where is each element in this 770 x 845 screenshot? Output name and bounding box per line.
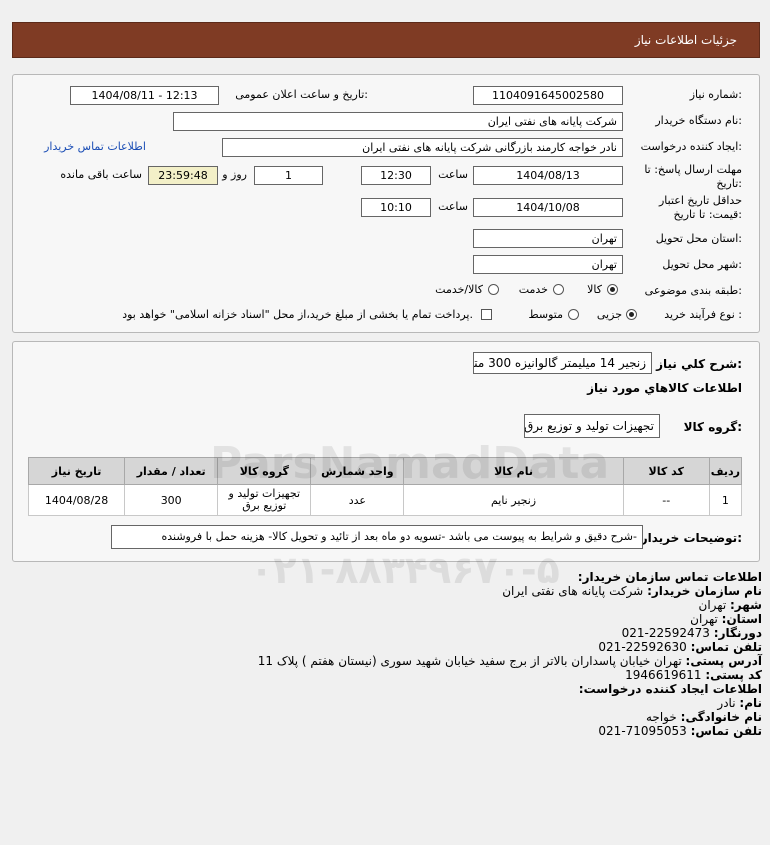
treasury-payment-note: پرداخت تمام یا بخشی از مبلغ خرید،از محل … [122, 308, 473, 321]
window-title-bar: جزئیات اطلاعات نیاز [12, 22, 760, 58]
need-number-field[interactable]: 1104091645002580 [473, 86, 623, 105]
process-label: نوع فرآیند خرید : [664, 308, 742, 321]
days-field[interactable]: 1 [254, 166, 323, 185]
contact-line-phone: تلفن تماس: 22592630-021 [598, 640, 762, 654]
creator-line-family: نام خانوادگی: خواجه [646, 710, 762, 724]
category-label: طبقه بندی موضوعی: [644, 284, 742, 297]
category-goods-service-label: کالا/خدمت [435, 283, 483, 296]
buyer-org-label: نام دستگاه خریدار: [655, 114, 742, 127]
table-row: 1 -- زنجیر نایم عدد تجهیزات تولید و توزی… [27, 484, 743, 516]
city-field[interactable]: تهران [473, 255, 623, 274]
requester-field[interactable]: نادر خواجه کارمند بازرگانی شرکت پایانه ه… [222, 138, 623, 157]
city-label: شهر محل تحویل: [662, 258, 742, 271]
treasury-payment-checkbox[interactable] [481, 309, 492, 320]
watermark-brand: ParsNamadData [210, 438, 610, 489]
col-row-header: ردیف [708, 457, 743, 485]
cell-unit: عدد [310, 484, 405, 516]
buyer-org-field[interactable]: شرکت پایانه های نفتی ایران [173, 112, 623, 131]
validity-date-field[interactable]: 1404/10/08 [473, 198, 623, 217]
goods-info-title: اطلاعات کالاهاي مورد نياز [587, 381, 742, 395]
category-service-radio[interactable] [553, 284, 564, 295]
province-field[interactable]: تهران [473, 229, 623, 248]
requester-label: ایجاد کننده درخواست: [640, 140, 742, 153]
process-minor-radio[interactable] [626, 309, 637, 320]
validity-label: حداقل تاریخ اعتبار قیمت: تا تاریخ: [658, 194, 742, 221]
remaining-label: ساعت باقی مانده [60, 168, 142, 181]
buyer-notes-field: -شرح دقیق و شرایط به پیوست می باشد -تسوی… [111, 525, 643, 549]
province-label: استان محل تحویل: [655, 232, 742, 245]
category-goods-radio[interactable] [607, 284, 618, 295]
process-medium-radio[interactable] [568, 309, 579, 320]
creator-line-phone: تلفن تماس: 71095053-021 [598, 724, 762, 738]
announce-field[interactable]: 1404/08/11 - 12:13 [70, 86, 219, 105]
remaining-time-field: 23:59:48 [148, 166, 218, 185]
category-goods-service-radio[interactable] [488, 284, 499, 295]
summary-field: زنجیر 14 میلیمتر گالوانیزه 300 متر [473, 352, 652, 374]
creator-line-name: نام: نادر [717, 696, 762, 710]
contact-line-province: استان: تهران [690, 612, 762, 626]
contact-line-address: آدرس پستی: تهران خیابان پاسداران بالاتر … [257, 654, 762, 668]
deadline-time-field[interactable]: 12:30 [361, 166, 431, 185]
contact-line-city: شهر: تهران [698, 598, 762, 612]
deadline-time-label: ساعت [438, 168, 468, 181]
col-code-header: کد کالا [622, 457, 710, 485]
contact-info-link[interactable]: اطلاعات تماس خریدار [44, 140, 146, 154]
deadline-label: مهلت ارسال پاسخ: تا تاریخ: [644, 163, 742, 190]
contact-line-fax: دورنگار: 22592473-021 [621, 626, 762, 640]
cell-name: زنجیر نایم [403, 484, 624, 516]
cell-group: تجهیزات تولید و توزیع برق [217, 484, 312, 516]
goods-group-label: گروه کالا: [683, 420, 742, 434]
contact-line-postal: کد پستی: 1946619611 [625, 668, 762, 682]
goods-group-field: تجهیزات تولید و توزیع برق [524, 414, 660, 438]
announce-label: تاریخ و ساعت اعلان عمومی: [235, 88, 368, 101]
contact-title: اطلاعات تماس سازمان خریدار: [577, 570, 762, 584]
watermark-phone: ۰۲۱-۸۸۳۴۹۶۷۰-۵ [250, 548, 560, 592]
window-title: جزئیات اطلاعات نیاز [634, 33, 737, 47]
col-qty-header: تعداد / مقدار [124, 457, 219, 485]
deadline-date-field[interactable]: 1404/08/13 [473, 166, 623, 185]
validity-time-label: ساعت [438, 200, 468, 213]
category-service-label: خدمت [518, 283, 548, 296]
validity-time-field[interactable]: 10:10 [361, 198, 431, 217]
category-goods-label: کالا [587, 283, 602, 296]
cell-date: 1404/08/28 [27, 484, 126, 516]
buyer-notes-label: توضیحات خریدار: [640, 531, 742, 545]
col-date-header: تاریخ نیاز [27, 457, 126, 485]
cell-code: -- [622, 484, 710, 516]
creator-title: اطلاعات ایجاد کننده درخواست: [578, 682, 762, 696]
need-number-label: شماره نیاز: [689, 88, 742, 101]
summary-label: شرح کلي نياز: [656, 357, 742, 371]
cell-row: 1 [708, 484, 743, 516]
process-medium-label: متوسط [528, 308, 563, 321]
cell-qty: 300 [124, 484, 219, 516]
days-label: روز و [222, 168, 247, 181]
process-minor-label: جزیی [596, 308, 622, 321]
